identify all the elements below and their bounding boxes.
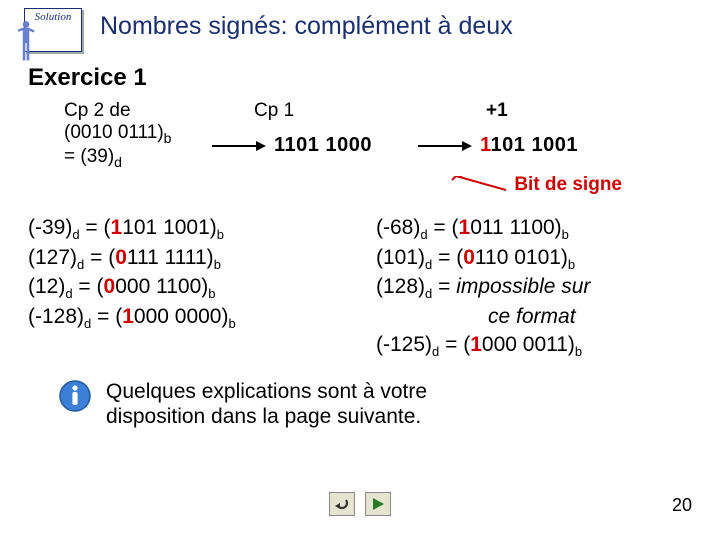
complement-diagram: Cp 2 de Cp 1 +1 (0010 0111)b = (39)d 110… xyxy=(64,100,666,196)
annotation-pointer-icon xyxy=(450,176,506,194)
undo-icon xyxy=(334,497,350,511)
page-subtitle: Exercice 1 xyxy=(28,64,692,92)
plus1-label: +1 xyxy=(434,100,624,122)
footer-note: Quelques explications sont à votre dispo… xyxy=(106,379,427,429)
solution-badge: Solution xyxy=(24,8,82,52)
sign-bit-annotation: Bit de signe xyxy=(514,174,622,196)
ones-complement-value: 1101 1000 xyxy=(266,134,418,157)
twos-complement-value: 1101 1001 xyxy=(472,134,578,157)
arrow-icon xyxy=(212,136,266,156)
solution-badge-label: Solution xyxy=(35,11,72,23)
results-left-column: (-39)d = (1101 1001)b (127)d = (0111 111… xyxy=(28,214,348,361)
page-title: Nombres signés: complément à deux xyxy=(100,12,513,41)
nav-next-button[interactable] xyxy=(365,492,391,516)
arrow-icon xyxy=(418,136,472,156)
results-right-column: (-68)d = (1011 1100)b (101)d = (0110 010… xyxy=(376,214,696,361)
cp1-label: Cp 1 xyxy=(210,100,428,122)
cp2-label: Cp 2 de xyxy=(64,100,204,122)
info-icon xyxy=(58,379,92,413)
person-icon xyxy=(15,19,37,67)
page-number: 20 xyxy=(672,495,692,516)
nav-back-button[interactable] xyxy=(329,492,355,516)
diagram-source: (0010 0111)b = (39)d xyxy=(64,122,212,170)
play-icon xyxy=(371,497,385,511)
